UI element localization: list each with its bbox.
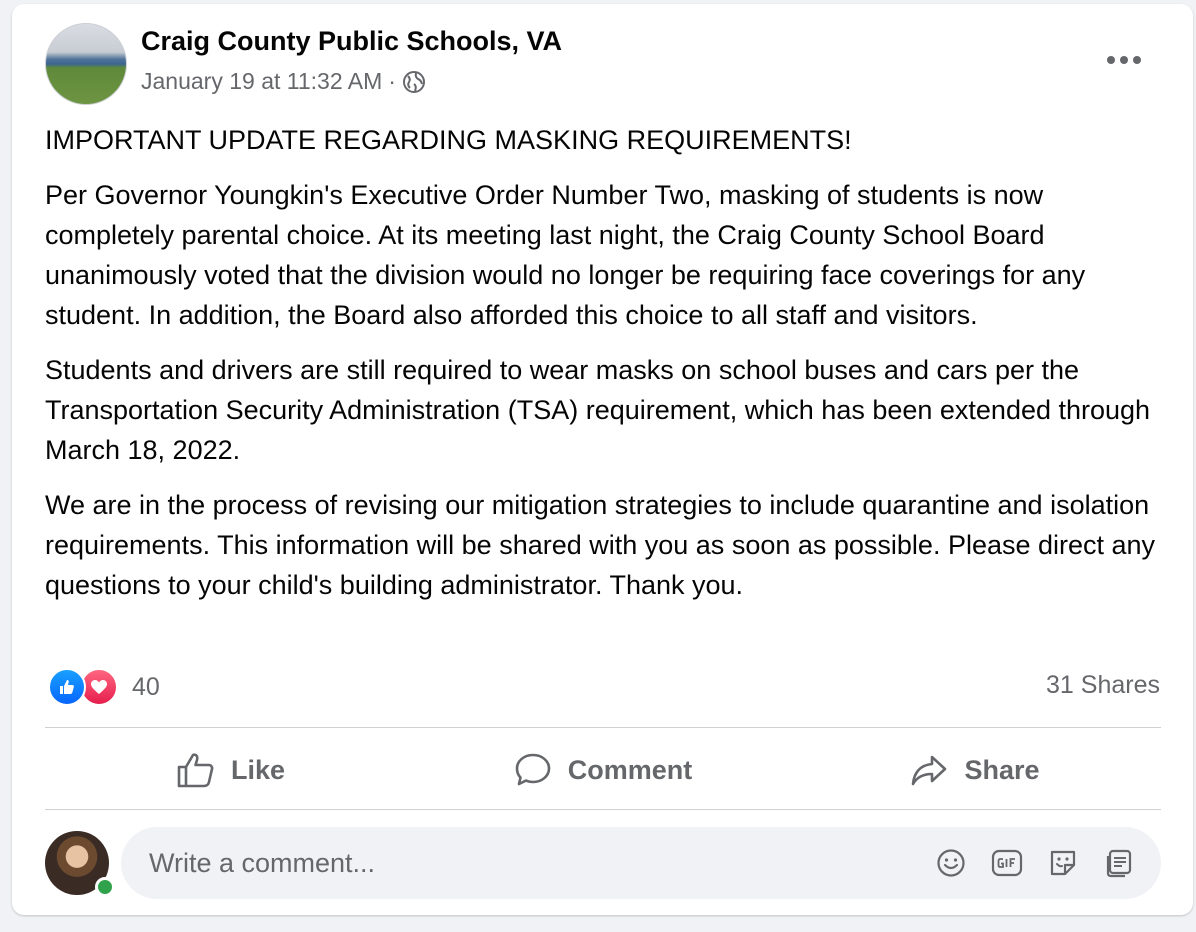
shares-count[interactable]: 31 Shares: [1046, 671, 1160, 700]
share-button[interactable]: Share: [789, 730, 1161, 810]
like-reaction-icon: [48, 668, 86, 706]
action-bar: Like Comment Share: [45, 730, 1161, 810]
page-name-link[interactable]: Craig County Public Schools, VA: [141, 26, 562, 57]
sticker-icon[interactable]: [1035, 843, 1091, 883]
meta-separator: ·: [388, 68, 396, 94]
post-paragraph: We are in the process of revising our mi…: [45, 490, 1156, 600]
divider: [45, 727, 1161, 728]
avatar-sticker-icon[interactable]: [1091, 843, 1147, 883]
online-status-indicator: [95, 877, 115, 897]
share-label: Share: [964, 754, 1040, 785]
like-button[interactable]: Like: [45, 730, 417, 810]
reaction-count[interactable]: 40: [132, 673, 160, 702]
post-paragraph: Students and drivers are still required …: [45, 355, 1151, 465]
divider: [45, 809, 1161, 810]
comment-button[interactable]: Comment: [417, 730, 789, 810]
globe-icon[interactable]: [402, 70, 426, 94]
comment-input[interactable]: [147, 846, 923, 880]
post-card: Craig County Public Schools, VA January …: [12, 4, 1193, 915]
comment-bubble-icon: [515, 753, 551, 786]
gif-icon[interactable]: [979, 843, 1035, 883]
comment-tools: [923, 843, 1147, 883]
comment-box: [121, 827, 1161, 899]
emoji-icon[interactable]: [923, 843, 979, 883]
post-timestamp[interactable]: January 19 at 11:32 AM: [141, 68, 382, 95]
more-options-icon[interactable]: [1097, 42, 1151, 78]
post-meta: January 19 at 11:32 AM ·: [141, 68, 426, 95]
share-arrow-icon: [912, 755, 947, 786]
post-headline: IMPORTANT UPDATE REGARDING MASKING REQUI…: [45, 125, 852, 155]
page-avatar[interactable]: [45, 23, 127, 105]
reactions-summary[interactable]: 40: [48, 668, 160, 706]
thumbs-up-icon: [177, 753, 214, 788]
like-label: Like: [230, 754, 286, 785]
post-paragraph: Per Governor Youngkin's Executive Order …: [45, 180, 1086, 330]
comment-label: Comment: [567, 754, 693, 785]
post-body: IMPORTANT UPDATE REGARDING MASKING REQUI…: [45, 120, 1170, 620]
